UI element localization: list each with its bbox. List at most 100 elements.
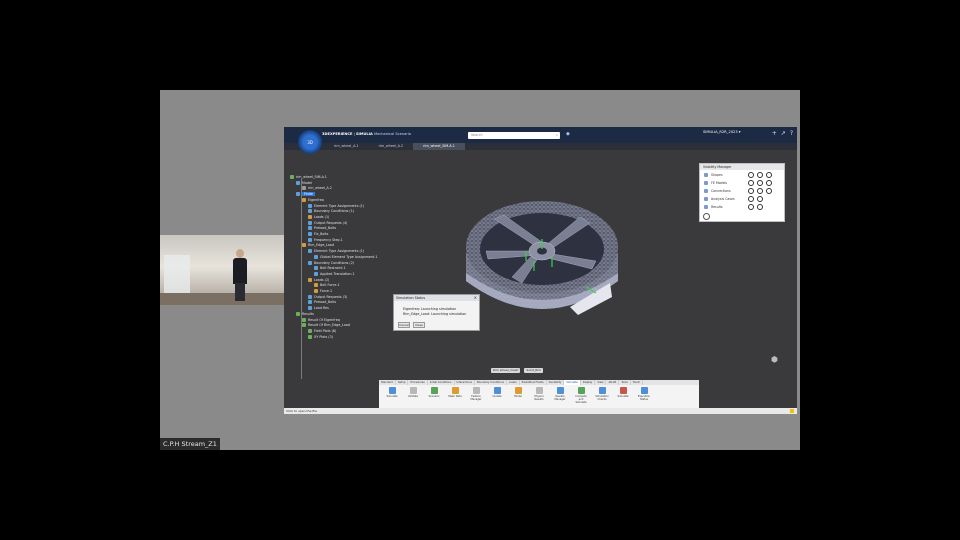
action-tab[interactable]: View xyxy=(595,380,607,385)
tree-node[interactable]: rim_wheel_SIM-A.1 xyxy=(290,175,327,180)
tree-node[interactable]: Fix_Bolts xyxy=(308,232,328,237)
action-tool-button[interactable]: Simulate xyxy=(616,387,630,404)
action-tab[interactable]: Predefined Fields xyxy=(520,380,547,385)
tree-node[interactable]: Element Type Assignments (1) xyxy=(308,203,364,209)
tree-node[interactable]: Finite xyxy=(296,192,315,197)
eye-icon[interactable] xyxy=(748,196,754,202)
notification-icon[interactable] xyxy=(790,409,794,413)
action-tool-button[interactable]: Execution Status xyxy=(637,387,651,404)
tree-node[interactable]: Loads (1) xyxy=(308,214,329,220)
tree-node[interactable]: Field Plots (6) xyxy=(308,328,336,334)
vis-row-connections[interactable]: Connections xyxy=(704,188,772,194)
tree-node[interactable]: Load Res xyxy=(308,306,329,311)
eye-icon[interactable] xyxy=(748,204,754,210)
info-icon[interactable] xyxy=(703,213,710,220)
pin-icon[interactable] xyxy=(757,180,763,186)
wheel-mesh-model[interactable] xyxy=(462,197,622,327)
close-button[interactable]: Close xyxy=(413,322,425,328)
action-tool-button[interactable]: Scenario xyxy=(427,387,441,404)
action-tool-button[interactable]: Model xyxy=(511,387,525,404)
vis-row-results[interactable]: Results xyxy=(704,204,763,210)
action-tab[interactable]: AR-VR xyxy=(606,380,620,385)
tree-node[interactable]: Preload_Bolts xyxy=(308,226,336,231)
action-tab[interactable]: Tools xyxy=(619,380,631,385)
action-tab[interactable]: Simulate xyxy=(564,380,581,385)
action-tool-button[interactable]: Results Manager xyxy=(553,387,567,404)
tree-node[interactable]: Rim_Edge_Load xyxy=(302,243,334,248)
action-tool-button[interactable]: Mesh Data xyxy=(448,387,462,404)
tree-node[interactable]: Output Requests (4) xyxy=(308,220,347,226)
action-tab[interactable]: Standard xyxy=(379,380,396,385)
action-tab[interactable]: Initial Conditions xyxy=(428,380,455,385)
tree-node[interactable]: Result Of Eigenfreq xyxy=(302,317,340,323)
tree-node[interactable]: Applied Translation.1 xyxy=(314,271,355,277)
compass-icon[interactable]: 3D xyxy=(298,130,322,154)
pin-icon[interactable] xyxy=(757,188,763,194)
tree-node[interactable]: Output Requests (3) xyxy=(308,294,347,300)
tree-node[interactable]: rim_wheel_A.2 xyxy=(302,186,332,191)
vis-row-analysis-cases[interactable]: Analysis Cases xyxy=(704,196,763,202)
box-icon[interactable] xyxy=(766,172,772,178)
action-tab[interactable]: Setup xyxy=(396,380,409,385)
tab-rim-wheel-sim[interactable]: rim_wheel_SIM-A.1 xyxy=(413,143,465,150)
tab-rim-wheel-a1[interactable]: rim_wheel_A.1 xyxy=(324,143,369,150)
tree-node[interactable]: Boundary Conditions (1) xyxy=(308,209,354,214)
help-icon[interactable]: ? xyxy=(790,130,793,137)
vis-row-shapes[interactable]: Shapes xyxy=(704,172,772,178)
box-icon[interactable] xyxy=(766,188,772,194)
search-input[interactable]: Search ⌕ xyxy=(468,132,560,139)
tree-node[interactable]: Model xyxy=(296,180,312,186)
user-collab-space[interactable]: SIMULIA_R2R_2023 ▾ xyxy=(703,130,741,134)
action-tab[interactable]: Interactions xyxy=(455,380,475,385)
tree-node[interactable]: Eigenfreq xyxy=(302,197,324,203)
tree-node[interactable]: Global Element Type Assignment.1 xyxy=(314,254,377,260)
pin-icon[interactable] xyxy=(757,204,763,210)
tree-node[interactable]: XY Plots (3) xyxy=(308,334,333,340)
pin-icon[interactable] xyxy=(757,196,763,202)
tree-node[interactable]: Results xyxy=(296,311,314,317)
tab-rim-wheel-a2[interactable]: rim_wheel_A.2 xyxy=(369,143,414,150)
action-tab[interactable]: Loads xyxy=(507,380,520,385)
action-tool-button[interactable]: Feature Manager xyxy=(469,387,483,404)
tree-node[interactable]: Boundary Conditions (2) xyxy=(308,260,354,266)
add-icon[interactable]: + xyxy=(772,130,777,137)
tree-node[interactable]: Frequency Step.1 xyxy=(308,237,343,243)
action-tool-button[interactable]: Validate xyxy=(406,387,420,404)
dialog-title: Simulation Status xyxy=(394,295,479,301)
tree-node[interactable]: Result Of Rim_Edge_Load xyxy=(302,323,350,328)
tree-node[interactable]: Force.1 xyxy=(314,289,332,294)
action-tab[interactable]: Touch xyxy=(631,380,644,385)
action-tab[interactable]: Procedures xyxy=(408,380,428,385)
tree-node-icon xyxy=(308,300,312,305)
mesh-view-select[interactable]: Rim wheel_mesh xyxy=(491,368,521,373)
action-tab[interactable]: Durability xyxy=(547,380,565,385)
action-tool-button[interactable]: Simulation Checks xyxy=(595,387,609,404)
vis-row-fe-models[interactable]: FE Models xyxy=(704,180,772,186)
tree-node[interactable]: Preload_Bolts xyxy=(308,300,336,305)
tool-label: Execution Status xyxy=(637,395,651,401)
cancel-button[interactable]: Cancel xyxy=(398,322,410,328)
search-icon[interactable]: ⌕ xyxy=(556,132,558,139)
tree-node-icon xyxy=(302,323,306,328)
robot-navigation-icon[interactable]: ⬢ xyxy=(771,355,783,365)
tree-node[interactable]: Loads (2) xyxy=(308,277,329,283)
action-tab[interactable]: Display xyxy=(581,380,596,385)
action-tool-button[interactable]: Compute and Simulate xyxy=(574,387,588,404)
tool-label: Simulate xyxy=(386,395,398,398)
action-tool-button[interactable]: Simulate xyxy=(385,387,399,404)
action-tool-button[interactable]: Physics Results xyxy=(532,387,546,404)
eye-icon[interactable] xyxy=(748,188,754,194)
eye-icon[interactable] xyxy=(748,180,754,186)
tree-node[interactable]: Bolt Restraint.1 xyxy=(314,266,346,271)
action-tab[interactable]: Boundary Conditions xyxy=(475,380,507,385)
tree-node[interactable]: Element Type Assignments (1) xyxy=(308,249,364,254)
share-icon[interactable]: ↗ xyxy=(781,130,786,137)
eye-icon[interactable] xyxy=(748,172,754,178)
close-icon[interactable]: × xyxy=(474,295,477,301)
action-tool-button[interactable]: Update xyxy=(490,387,504,404)
tree-node[interactable]: Bolt Force.1 xyxy=(314,283,340,288)
box-icon[interactable] xyxy=(766,180,772,186)
tag-icon[interactable]: ◆ xyxy=(566,131,570,137)
pin-icon[interactable] xyxy=(757,172,763,178)
display-mode-select[interactable]: Solid_Rim xyxy=(524,368,544,373)
